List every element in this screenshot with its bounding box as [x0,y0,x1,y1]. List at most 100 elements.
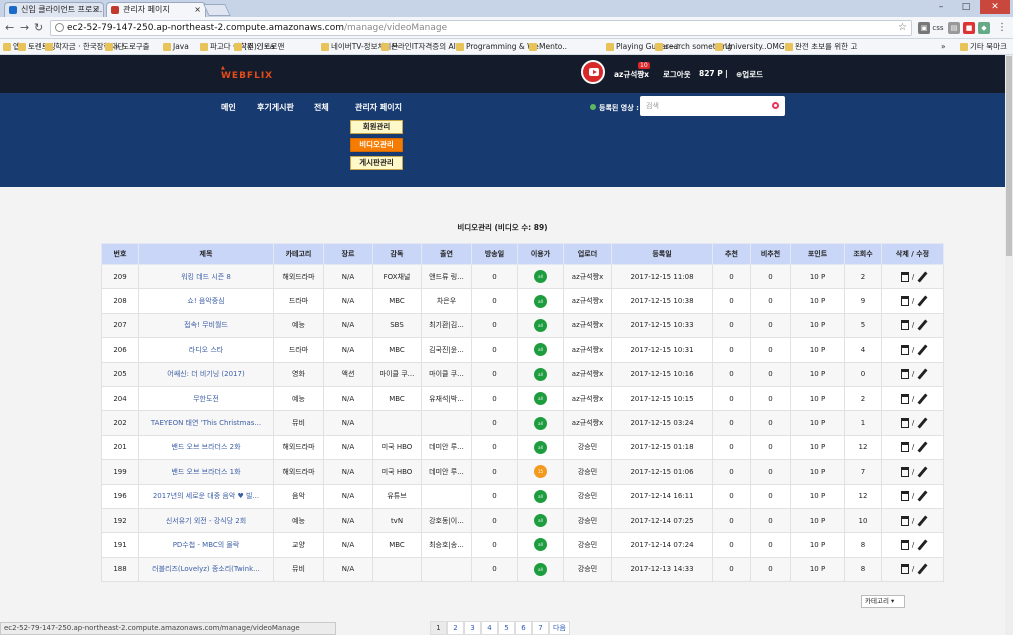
username[interactable]: az규석쨩x [614,69,649,80]
video-title-link[interactable]: 신서유기 외전 - 강식당 2회 [138,507,274,534]
table-cell: all [517,507,564,534]
extension-icon[interactable]: ▣ [918,22,930,34]
css-extension-icon[interactable]: css [932,22,944,34]
delete-icon[interactable] [900,442,909,453]
video-title-link[interactable]: 2017년의 세로운 대중 음악 ♥ 빌... [138,483,274,509]
window-close-button[interactable]: ✕ [980,0,1010,14]
edit-icon[interactable] [917,417,928,429]
extension-icon[interactable]: ◆ [978,22,990,34]
logout-link[interactable]: 로그아웃 [663,69,691,80]
nav-all[interactable]: 전체 [314,102,329,113]
edit-icon[interactable] [917,539,928,551]
search-icon[interactable] [772,102,779,109]
delete-icon[interactable] [900,564,909,575]
scrollbar[interactable] [1005,55,1013,635]
youtube-icon[interactable] [581,60,605,84]
upload-link[interactable]: ⊕업로드 [736,69,763,80]
edit-icon[interactable] [917,490,928,502]
bookmark-other[interactable]: 기타 북마크 [960,41,1007,53]
video-title-link[interactable]: TAEYEON 태연 'This Christmas... [138,410,274,436]
bookmark-item[interactable]: University..OMG [715,41,785,53]
delete-icon[interactable] [900,418,909,429]
bookmarks-more-button[interactable]: » [941,41,946,53]
delete-icon[interactable] [900,539,909,550]
edit-icon[interactable] [917,515,928,527]
bookmark-item[interactable]: Java [163,41,189,53]
page-button[interactable]: 1 [430,621,447,635]
delete-icon[interactable] [900,466,909,477]
address-bar[interactable]: ec2-52-79-147-250.ap-northeast-2.compute… [50,20,912,36]
reload-icon[interactable]: ↻ [34,20,43,36]
bookmark-item[interactable]: » 도로구출 [105,41,150,53]
bookmark-item[interactable]: 온라인IT자격증의 AI [381,41,456,53]
edit-icon[interactable] [917,563,928,575]
video-title-link[interactable]: 무한도전 [138,385,274,412]
video-title-link[interactable]: 접속! 무비월드 [138,312,274,339]
extension-icon[interactable]: ▤ [948,22,960,34]
bookmark-item[interactable]: 완전 초보를 위한 고 [785,41,857,53]
delete-icon[interactable] [900,296,909,307]
info-icon[interactable] [55,23,64,32]
bookmark-item[interactable]: Mento.. [529,41,567,53]
edit-icon[interactable] [917,466,928,478]
edit-icon[interactable] [917,441,928,453]
edit-icon[interactable] [917,271,928,283]
category-select[interactable]: 카테고리 ▾ [861,595,905,608]
table-cell: 0 [750,459,791,485]
forward-icon[interactable]: → [20,20,29,36]
video-title-link[interactable]: 워킹 데드 시즌 8 [138,263,274,290]
new-tab-button[interactable] [203,4,231,16]
nav-admin[interactable]: 관리자 페이지 [355,102,402,113]
delete-icon[interactable] [900,393,909,404]
video-title-link[interactable]: 어쌔신: 더 비기닝 (2017) [138,361,274,387]
table-cell: 201 [101,434,139,461]
table-cell: MBC [372,532,422,558]
video-title-link[interactable]: 러블리즈(Lovelyz) 종소리(Twink... [138,556,274,583]
video-title-link[interactable]: 밴드 오브 브라더스 2화 [138,434,274,461]
close-icon[interactable]: × [194,3,201,16]
page-button[interactable]: 5 [498,621,515,635]
delete-icon[interactable] [900,344,909,355]
search-input[interactable]: 검색 [640,96,785,116]
bookmark-item[interactable]: Programming & We [456,41,539,53]
delete-icon[interactable] [900,491,909,502]
maximize-button[interactable]: □ [954,0,978,14]
delete-icon[interactable] [900,515,909,526]
page-button[interactable]: 4 [481,621,498,635]
video-title-link[interactable]: 쇼! 음악중심 [138,288,274,314]
star-icon[interactable]: ☆ [898,21,907,35]
submenu-boards[interactable]: 게시판관리 [350,156,403,170]
bookmark-item[interactable]: (주)인트로맨 [234,41,284,53]
logo[interactable]: ▲ WEBFLIX [221,65,273,81]
tab-1[interactable]: 신입 클라이언트 프로그... × [4,2,104,17]
submenu-videos[interactable]: 비디오관리 [350,138,403,152]
close-icon[interactable]: × [92,3,99,16]
nav-reviews[interactable]: 후기게시판 [257,102,294,113]
back-icon[interactable]: ← [5,20,14,36]
next-page-button[interactable]: 다음 [549,621,570,635]
extension-icon[interactable]: ■ [963,22,975,34]
video-title-link[interactable]: PD수첩 - MBC의 몰락 [138,532,274,558]
submenu-members[interactable]: 회원관리 [350,120,403,134]
page-button[interactable]: 3 [464,621,481,635]
delete-icon[interactable] [900,320,909,331]
delete-icon[interactable] [900,369,909,380]
page-button[interactable]: 6 [515,621,532,635]
edit-icon[interactable] [917,319,928,332]
table-cell: SBS [372,312,422,339]
edit-icon[interactable] [917,295,928,307]
minimize-button[interactable]: – [929,0,953,14]
video-title-link[interactable]: 밴드 오브 브라더스 1화 [138,459,274,485]
edit-icon[interactable] [917,393,928,405]
table-cell: N/A [323,288,373,314]
video-title-link[interactable]: 라디오 스타 [138,337,274,363]
page-button[interactable]: 2 [447,621,464,635]
nav-main[interactable]: 메인 [221,102,236,113]
scrollbar-thumb[interactable] [1006,56,1012,256]
tab-2[interactable]: 관리자 페이지 × [106,2,206,17]
delete-icon[interactable] [900,271,909,282]
menu-icon[interactable]: ⋮ [996,22,1008,34]
edit-icon[interactable] [917,344,928,356]
page-button[interactable]: 7 [532,621,549,635]
edit-icon[interactable] [917,368,928,380]
